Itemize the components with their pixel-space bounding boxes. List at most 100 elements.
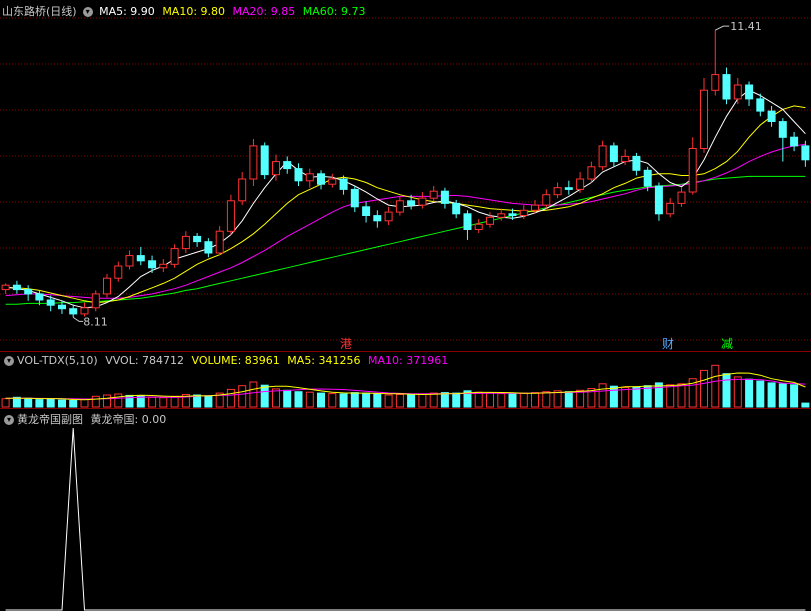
volume-bar[interactable] [148,396,157,408]
candle-body[interactable] [193,235,202,243]
candle-body[interactable] [159,263,168,269]
volume-bar[interactable] [69,400,78,408]
volume-bar[interactable] [531,392,539,408]
candle-body[interactable] [148,260,157,269]
volume-bar[interactable] [621,387,630,408]
candle-body[interactable] [215,230,224,254]
candle-body[interactable] [170,248,179,265]
candle-body[interactable] [418,197,427,206]
volume-bar[interactable] [362,392,371,408]
candle-body[interactable] [452,202,461,215]
volume-bar[interactable] [654,382,663,408]
candle-body[interactable] [181,235,190,250]
candle-body[interactable] [790,136,799,147]
candle-body[interactable] [531,204,539,211]
volume-bar[interactable] [395,394,404,408]
volume-bar[interactable] [564,391,573,408]
chevron-down-icon[interactable]: ▾ [4,356,14,366]
chevron-down-icon[interactable]: ▾ [82,7,93,17]
event-marker-gang[interactable]: 港 [340,335,352,351]
volume-bar[interactable] [193,394,202,408]
volume-bar[interactable] [46,398,55,408]
volume-bar[interactable] [249,381,258,408]
candle-body[interactable] [587,166,596,180]
volume-bar[interactable] [114,393,123,408]
volume-bar[interactable] [677,383,686,408]
volume-bar[interactable] [700,369,708,408]
candle-body[interactable] [46,299,55,306]
candle-body[interactable] [486,216,494,225]
volume-bar[interactable] [474,391,483,408]
volume-bar[interactable] [519,392,528,408]
volume-bar[interactable] [159,397,168,408]
candle-body[interactable] [384,211,393,222]
volume-bar[interactable] [609,385,618,408]
candle-body[interactable] [69,308,78,315]
indicator-pane[interactable]: ▾ 黄龙帝国副图 黄龙帝国: 0.00 [0,408,811,611]
candle-body[interactable] [576,178,585,190]
volume-bar[interactable] [170,395,179,408]
event-marker-cai[interactable]: 财 [662,335,674,351]
volume-bar[interactable] [801,402,810,408]
candle-body[interactable] [497,213,506,218]
candle-body[interactable] [621,155,630,163]
candle-body[interactable] [801,145,810,161]
candle-body[interactable] [440,190,449,204]
volume-bar[interactable] [204,395,213,408]
candle-body[interactable] [328,178,337,185]
volume-bar[interactable] [666,384,675,408]
volume-bar[interactable] [632,386,641,408]
candle-body[interactable] [260,145,269,176]
candle-body[interactable] [474,223,483,231]
volume-bar[interactable] [542,391,551,408]
volume-bar[interactable] [778,383,787,408]
candle-body[interactable] [654,185,663,215]
candle-body[interactable] [1,284,10,291]
candle-body[interactable] [598,145,607,168]
candle-body[interactable] [249,145,258,180]
volume-bar[interactable] [272,388,280,408]
candle-body[interactable] [339,178,348,190]
volume-bar[interactable] [429,392,438,408]
volume-bar[interactable] [35,399,44,408]
volume-bar[interactable] [598,383,607,408]
event-marker-jian[interactable]: 减 [721,335,733,351]
volume-bar[interactable] [452,392,461,408]
candle-body[interactable] [609,145,618,163]
volume-bar[interactable] [238,385,247,408]
candle-body[interactable] [553,187,562,196]
volume-bar[interactable] [350,392,359,408]
candle-body[interactable] [24,289,33,295]
candle-body[interactable] [778,121,787,138]
candle-body[interactable] [756,98,765,112]
candle-body[interactable] [767,110,776,122]
candle-body[interactable] [103,277,111,295]
volume-bar[interactable] [722,373,731,408]
candle-body[interactable] [688,148,697,193]
volume-bar[interactable] [745,378,754,408]
volume-bar[interactable] [553,390,562,408]
candle-body[interactable] [395,200,404,213]
volume-bar[interactable] [486,392,494,408]
candle-body[interactable] [91,293,100,309]
candle-body[interactable] [58,304,66,310]
volume-bar[interactable] [283,389,292,408]
candle-body[interactable] [80,307,89,315]
volume-bar[interactable] [576,389,585,408]
candle-body[interactable] [226,200,235,232]
candle-body[interactable] [294,168,303,182]
indicator-chart[interactable] [0,408,811,611]
volume-bar[interactable] [328,393,337,408]
volume-bar[interactable] [756,380,765,408]
candle-body[interactable] [136,255,145,262]
volume-bar[interactable] [790,384,799,408]
candle-body[interactable] [305,173,314,182]
volume-bar[interactable] [767,382,776,408]
candle-body[interactable] [733,84,742,100]
volume-bar[interactable] [339,393,348,408]
candle-body[interactable] [373,215,382,222]
candle-body[interactable] [407,200,416,206]
volume-bar[interactable] [440,392,449,408]
candle-body[interactable] [114,265,123,279]
candle-body[interactable] [272,161,280,176]
